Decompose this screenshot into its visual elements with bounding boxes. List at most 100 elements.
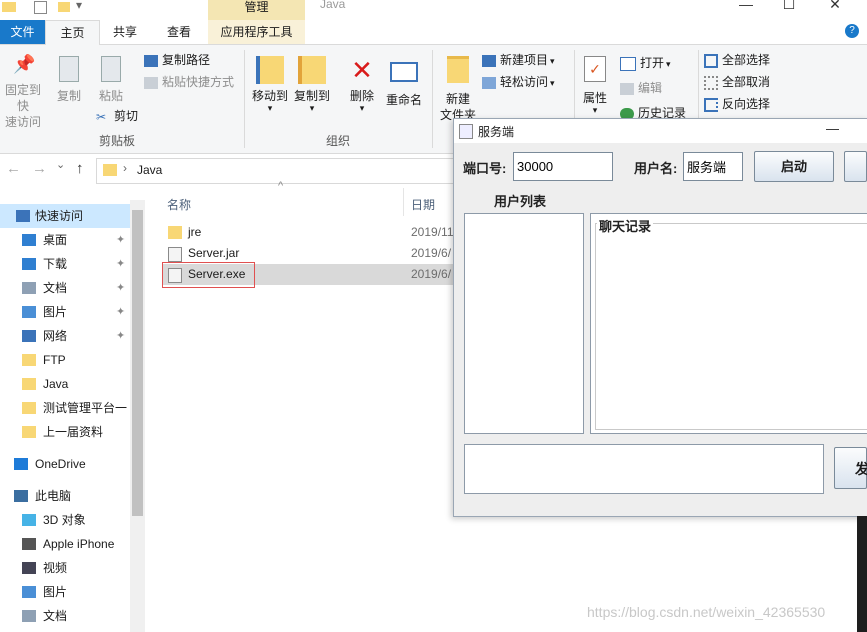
sidebar-item[interactable]: 快速访问 bbox=[0, 204, 130, 228]
move-to-icon bbox=[256, 56, 284, 84]
sidebar-item[interactable]: 3D 对象 bbox=[0, 508, 130, 532]
invert-selection-button[interactable]: 反向选择 bbox=[704, 94, 770, 114]
send-button[interactable]: 发 bbox=[834, 447, 867, 489]
download-icon bbox=[22, 258, 36, 270]
select-none-button[interactable]: 全部取消 bbox=[704, 72, 770, 92]
sidebar-scroll-thumb[interactable] bbox=[132, 210, 143, 516]
sidebar-item-label: Apple iPhone bbox=[43, 537, 115, 551]
cloud-icon bbox=[14, 458, 28, 470]
organize-group-label: 组织 bbox=[326, 134, 351, 148]
help-icon[interactable]: ? bbox=[845, 24, 859, 38]
tab-application-tools[interactable]: 应用程序工具 bbox=[208, 20, 305, 44]
select-all-label: 全部选择 bbox=[722, 53, 771, 67]
recent-locations-chevron-icon[interactable]: ⌄ bbox=[56, 158, 65, 171]
sidebar-item[interactable]: 上一届资料 bbox=[0, 420, 130, 444]
port-input[interactable] bbox=[513, 152, 613, 181]
user-list[interactable] bbox=[464, 213, 584, 434]
new-folder-label-line1: 新建 bbox=[445, 92, 470, 106]
new-folder-quick-icon[interactable] bbox=[58, 2, 70, 12]
paste-shortcut-button[interactable]: 粘贴快捷方式 bbox=[144, 72, 234, 92]
chat-log-panel[interactable]: 聊天记录 bbox=[590, 213, 867, 434]
copy-path-button[interactable]: 复制路径 bbox=[144, 50, 210, 70]
close-button[interactable]: ✕ bbox=[825, 0, 845, 13]
sidebar-item[interactable]: Apple iPhone bbox=[0, 532, 130, 556]
background-window-edge bbox=[857, 516, 867, 632]
copy-to-button[interactable]: 复制到 ▾ bbox=[292, 56, 332, 113]
address-bar[interactable]: › Java bbox=[96, 158, 458, 184]
file-row[interactable]: Server.exe 2019/6/ bbox=[162, 262, 462, 288]
sidebar-item[interactable]: 视频 bbox=[0, 556, 130, 580]
column-header-date[interactable]: 日期 bbox=[411, 196, 435, 213]
pin-to-quick-access-button[interactable]: 📌 固定到快 速访问 bbox=[0, 55, 46, 130]
maximize-button[interactable]: ☐ bbox=[779, 0, 799, 13]
sidebar-item[interactable]: 下载 ✦ bbox=[0, 252, 130, 276]
sidebar-item-label: Java bbox=[43, 377, 69, 391]
folder-icon bbox=[22, 354, 36, 366]
sidebar-item[interactable]: Java bbox=[0, 372, 130, 396]
sidebar-item[interactable]: 桌面 ✦ bbox=[0, 228, 130, 252]
quick-toolbar-dropdown-icon[interactable]: ▾ bbox=[76, 0, 82, 12]
edit-button[interactable]: 编辑 bbox=[620, 78, 662, 98]
copy-button[interactable]: 复制 bbox=[52, 56, 86, 104]
phone-icon bbox=[22, 538, 36, 550]
column-header-name[interactable]: 名称 bbox=[167, 196, 191, 213]
invert-selection-icon bbox=[704, 97, 718, 112]
group-separator bbox=[244, 50, 245, 148]
rename-button[interactable]: 重命名 bbox=[384, 56, 424, 108]
open-button[interactable]: 打开 ▾ bbox=[620, 53, 671, 73]
file-row[interactable]: Server.jar 2019/6/ bbox=[162, 243, 462, 264]
open-label: 打开 bbox=[640, 56, 665, 70]
forward-arrow-icon[interactable]: → bbox=[32, 160, 47, 177]
sidebar-item[interactable]: OneDrive bbox=[0, 452, 130, 476]
username-input[interactable] bbox=[683, 152, 743, 181]
tab-share[interactable]: 共享 bbox=[100, 20, 150, 44]
chat-log-border bbox=[595, 223, 867, 430]
new-folder-button[interactable]: 新建 文件夹 bbox=[438, 56, 478, 123]
breadcrumb-java[interactable]: Java bbox=[137, 163, 162, 177]
select-all-icon bbox=[704, 53, 718, 68]
minimize-button[interactable]: — bbox=[736, 0, 756, 12]
easy-access-icon bbox=[482, 76, 496, 89]
java-icon bbox=[459, 124, 473, 139]
sidebar-item[interactable]: 网络 ✦ bbox=[0, 324, 130, 348]
move-to-button[interactable]: 移动到 ▾ bbox=[250, 56, 290, 113]
sort-ascending-icon: ^ bbox=[278, 180, 284, 192]
stop-button[interactable] bbox=[844, 151, 867, 182]
paste-button[interactable]: 粘贴 bbox=[94, 56, 128, 104]
new-item-button[interactable]: 新建项目 ▾ bbox=[482, 50, 555, 70]
file-row[interactable]: jre 2019/11 bbox=[162, 222, 462, 243]
sidebar-item[interactable]: FTP bbox=[0, 348, 130, 372]
up-arrow-icon[interactable]: ↑ bbox=[76, 160, 84, 177]
folder-icon bbox=[168, 226, 182, 239]
sidebar-item[interactable]: 此电脑 bbox=[0, 484, 130, 508]
file-name: Server.jar bbox=[188, 246, 240, 260]
sidebar-item[interactable]: 文档 bbox=[0, 604, 130, 628]
sidebar-item[interactable]: 图片 bbox=[0, 580, 130, 604]
properties-quick-icon[interactable] bbox=[34, 1, 47, 14]
easy-access-button[interactable]: 轻松访问 ▾ bbox=[482, 72, 555, 92]
properties-button[interactable]: ✓ 属性 ▾ bbox=[578, 56, 612, 115]
message-input[interactable] bbox=[464, 444, 824, 494]
back-arrow-icon[interactable]: ← bbox=[6, 160, 21, 177]
sidebar-item[interactable]: 文档 ✦ bbox=[0, 276, 130, 300]
start-button[interactable]: 启动 bbox=[754, 151, 834, 182]
column-divider[interactable] bbox=[403, 188, 404, 216]
select-all-button[interactable]: 全部选择 bbox=[704, 50, 770, 70]
sidebar-item-label: 上一届资料 bbox=[43, 425, 104, 439]
tab-home[interactable]: 主页 bbox=[45, 20, 100, 45]
cut-button[interactable]: ✂ 剪切 bbox=[96, 106, 138, 126]
server-app-title-bar[interactable]: 服务端 — bbox=[454, 119, 867, 143]
sidebar-item[interactable]: 测试管理平台一 bbox=[0, 396, 130, 420]
move-to-label: 移动到 bbox=[251, 89, 288, 103]
manage-context-tab[interactable]: 管理 bbox=[208, 0, 305, 20]
tab-file[interactable]: 文件 bbox=[0, 20, 45, 44]
desktop-icon bbox=[22, 234, 36, 246]
file-date: 2019/6/ bbox=[411, 246, 452, 260]
server-app-minimize-button[interactable]: — bbox=[826, 121, 839, 136]
tab-view[interactable]: 查看 bbox=[152, 20, 206, 44]
edit-icon bbox=[620, 82, 634, 95]
delete-button[interactable]: ✕ 删除 ▾ bbox=[345, 56, 379, 113]
rename-label: 重命名 bbox=[385, 93, 422, 107]
copy-to-label: 复制到 bbox=[293, 89, 330, 103]
sidebar-item[interactable]: 图片 ✦ bbox=[0, 300, 130, 324]
